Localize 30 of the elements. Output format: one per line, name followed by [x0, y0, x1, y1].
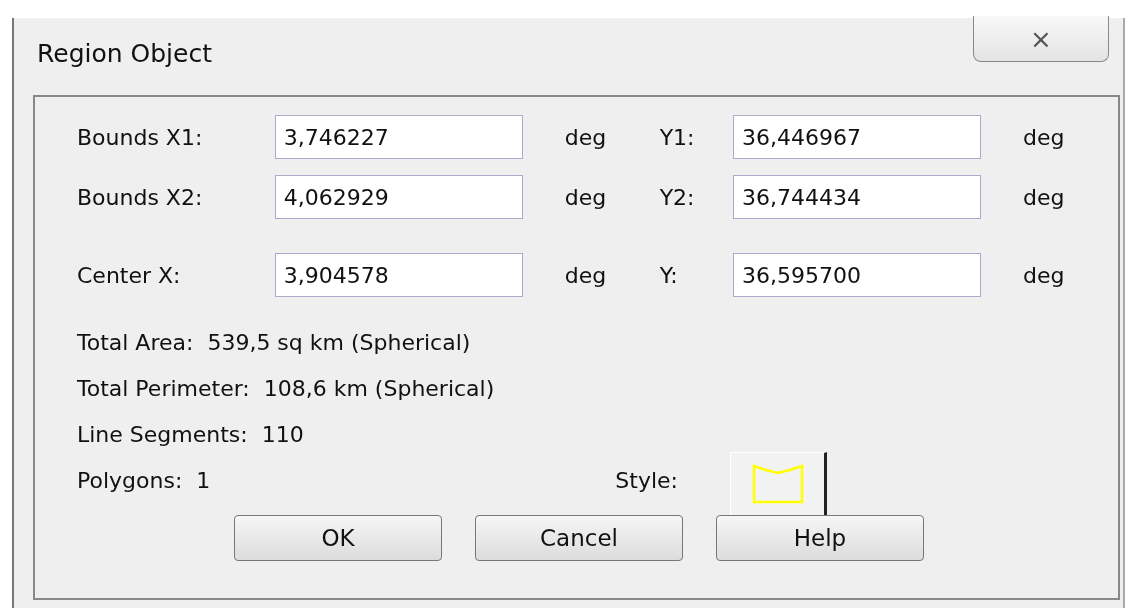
field-label: Center X: — [77, 262, 182, 288]
unit-label: deg — [1022, 262, 1066, 288]
window-title: Region Object — [37, 39, 212, 68]
unit-label: deg — [563, 124, 608, 150]
region-style-icon — [751, 464, 804, 504]
style-button[interactable] — [730, 452, 828, 518]
field-label: Bounds X1: — [77, 124, 204, 150]
style-label: Style: — [615, 467, 679, 493]
input-field[interactable]: 36,446967 — [733, 115, 982, 159]
input-field[interactable]: 3,746227 — [274, 115, 523, 159]
unit-label: deg — [1022, 124, 1066, 150]
unit-label: deg — [1022, 184, 1066, 210]
info-text: Total Perimeter: 108,6 km (Spherical) — [77, 375, 495, 401]
field-label: Bounds X2: — [77, 184, 204, 210]
close-button[interactable]: ⨯ — [973, 16, 1109, 62]
dialog-button[interactable]: Help — [716, 515, 924, 561]
unit-label: deg — [563, 184, 608, 210]
input-field[interactable]: 36,595700 — [733, 253, 982, 297]
unit-label: deg — [563, 262, 608, 288]
input-field[interactable]: 36,744434 — [733, 175, 982, 219]
field-label: Y2: — [659, 184, 696, 210]
dialog-button[interactable]: OK — [234, 515, 442, 561]
info-text: Total Area: 539,5 sq km (Spherical) — [77, 329, 471, 355]
field-label: Y: — [659, 262, 679, 288]
info-text: Polygons: 1 — [77, 467, 211, 493]
input-field[interactable]: 3,904578 — [274, 253, 523, 297]
info-text: Line Segments: 110 — [77, 421, 304, 447]
dialog-button[interactable]: Cancel — [475, 515, 683, 561]
field-label: Y1: — [659, 124, 696, 150]
input-field[interactable]: 4,062929 — [274, 175, 523, 219]
